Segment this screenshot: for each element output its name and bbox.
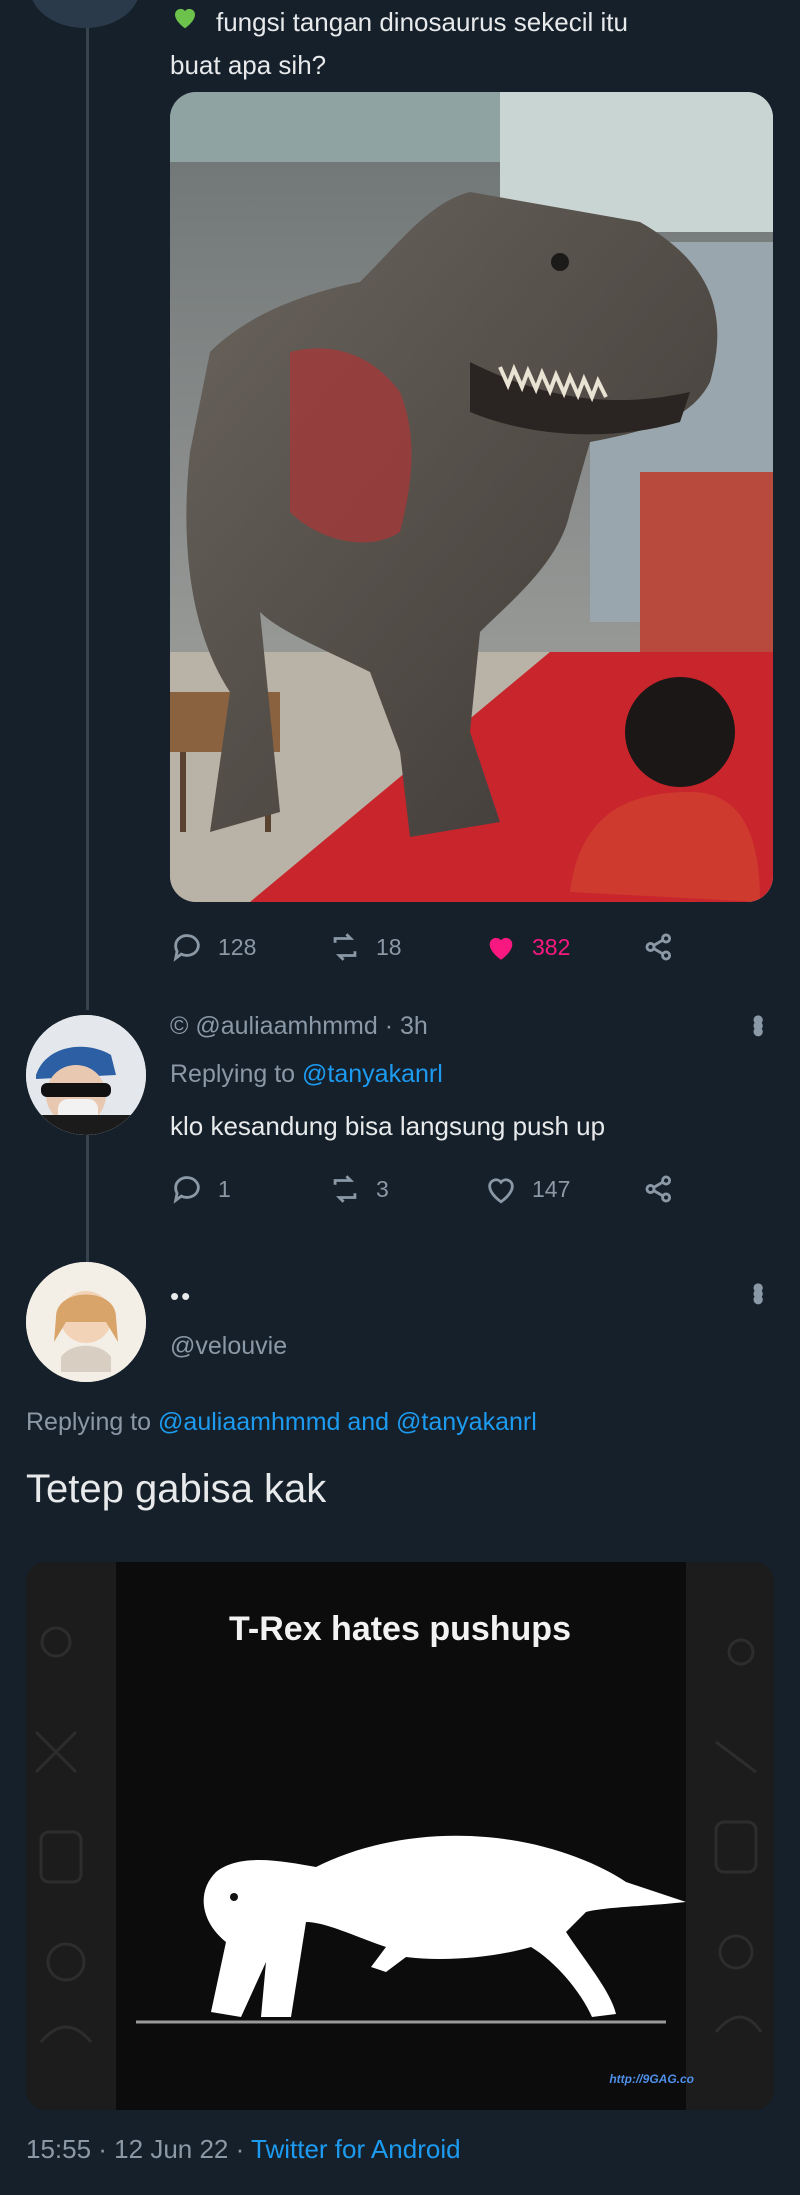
share-icon [645,933,672,961]
like-count: 147 [532,1175,571,1202]
reply-button[interactable]: 128 [170,930,256,964]
reply1-retweet-button[interactable]: 3 [328,1172,389,1206]
replying-label: Replying to [26,1408,159,1436]
reply2-media-meme[interactable]: T-Rex hates pushups http://9GAG.co [26,1562,774,2110]
share-icon [645,1175,672,1203]
trex-photo-illustration [170,92,773,902]
reply-count: 1 [218,1175,231,1202]
tweet-text-line2: buat apa sih? [170,50,327,80]
tweet-timestamp: 15:55 · 12 Jun 22 · [26,2134,252,2164]
thread-line-middle [86,1132,89,1262]
tweet-text-line1: fungsi tangan dinosaurus sekecil itu [216,6,628,37]
reply2-text: Tetep gabisa kak [26,1467,327,1511]
like-button[interactable]: 382 [484,930,570,964]
meme-caption: T-Rex hates pushups [229,1610,571,1648]
retweet-icon [333,933,357,961]
reply1-replying-to: Replying to @tanyakanrl [170,1060,443,1089]
reply2-more-icon[interactable]: ••• [739,1282,777,1300]
meme-watermark: http://9GAG.co [609,2072,694,2086]
retweet-button[interactable]: 18 [328,930,402,964]
mention-link-tanyakanrl[interactable]: @tanyakanrl [396,1408,537,1436]
reply2-handle[interactable]: @velouvie [170,1332,287,1361]
retweet-icon [333,1175,357,1203]
like-icon [489,937,513,960]
reply-icon [173,934,200,962]
like-count: 382 [532,933,571,960]
tweet-client-link[interactable]: Twitter for Android [251,2134,461,2164]
retweet-count: 3 [376,1175,389,1202]
reply-count: 128 [218,933,257,960]
replying-and: and [340,1408,397,1436]
reply1-reply-button[interactable]: 1 [170,1172,231,1206]
reply1-share-button[interactable] [642,1172,676,1206]
tweet-footer: 15:55 · 12 Jun 22 · Twitter for Android [26,2134,461,2165]
reply1-more-icon[interactable]: ••• [739,1014,777,1032]
masked-person-illustration [26,1015,146,1135]
replying-label: Replying to [170,1060,303,1088]
mention-link-auliaamhmmd[interactable]: @auliaamhmmd [158,1408,340,1436]
thread-line-top [86,0,89,1010]
reply2-replying-to: Replying to @auliaamhmmd and @tanyakanrl [26,1408,537,1437]
reply1-handle-line: © @auliaamhmmd · 3h [170,1012,428,1040]
reply-icon [173,1176,200,1204]
retweet-count: 18 [376,933,402,960]
avatar-auliaamhmmd[interactable] [26,1015,146,1135]
tweet-text: fungsi tangan dinosaurus sekecil itu bua… [170,2,770,83]
tweet-media-trex-photo[interactable] [170,92,773,902]
avatar-op[interactable] [30,0,140,28]
reply1-like-button[interactable]: 147 [484,1172,570,1206]
drawn-portrait-illustration [26,1262,146,1382]
like-icon [488,1178,514,1204]
share-button[interactable] [642,930,676,964]
reply1-text: klo kesandung bisa langsung push up [170,1111,606,1141]
reply2-display-name[interactable]: •• [170,1278,192,1314]
mention-link[interactable]: @tanyakanrl [302,1060,443,1088]
avatar-velouvie[interactable] [26,1262,146,1382]
green-heart-icon [170,2,204,41]
